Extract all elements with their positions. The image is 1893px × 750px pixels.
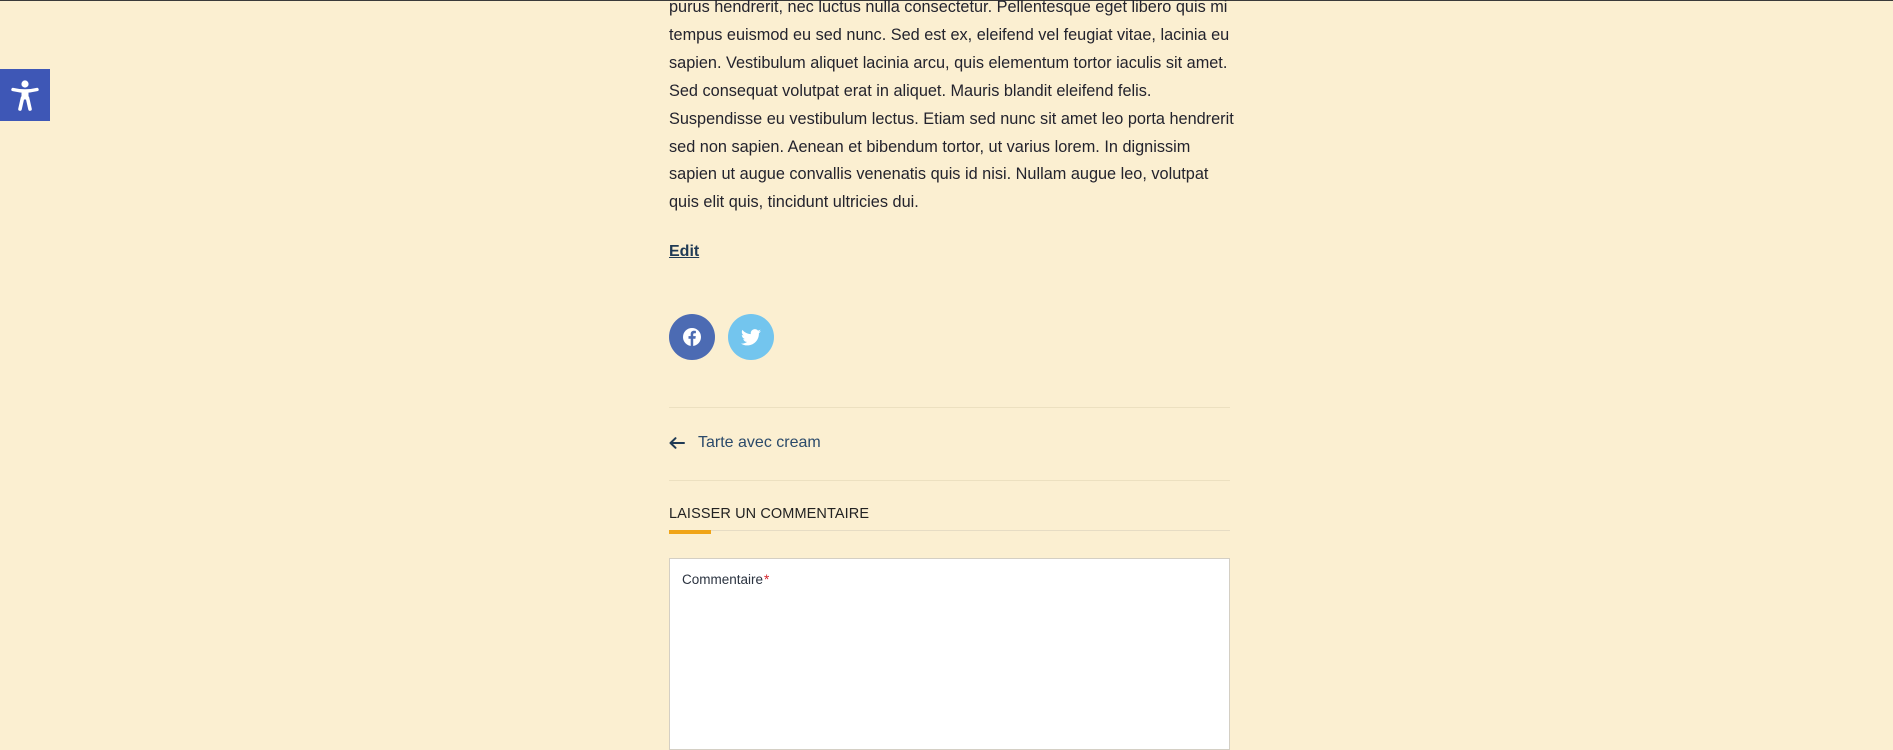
divider — [669, 407, 1230, 408]
comment-label-text: Commentaire — [682, 572, 764, 587]
arrow-left-icon — [669, 437, 685, 449]
accessibility-button[interactable] — [0, 69, 50, 121]
previous-post-title: Tarte avec cream — [698, 434, 821, 451]
required-marker: * — [764, 572, 770, 587]
accessibility-icon — [11, 80, 39, 111]
heading-underline — [669, 530, 1230, 531]
comment-textarea[interactable]: Commentaire* — [669, 558, 1230, 750]
twitter-icon — [741, 328, 761, 345]
facebook-share-button[interactable] — [669, 314, 715, 360]
facebook-icon — [683, 328, 701, 346]
heading-accent-bar — [669, 530, 711, 534]
comment-field-label: Commentaire* — [682, 572, 769, 587]
previous-post-link[interactable]: Tarte avec cream — [669, 434, 821, 452]
article-body-text: purus hendrerit, nec luctus nulla consec… — [669, 0, 1234, 212]
twitter-share-button[interactable] — [728, 314, 774, 360]
edit-link[interactable]: Edit — [669, 243, 699, 261]
divider — [669, 480, 1230, 481]
comment-section-heading: LAISSER UN COMMENTAIRE — [669, 506, 870, 522]
